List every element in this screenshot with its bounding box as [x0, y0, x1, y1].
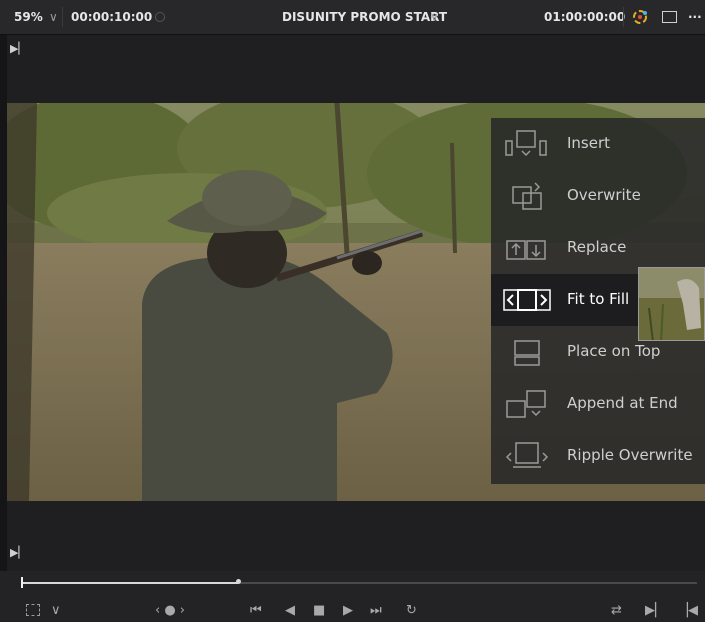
- insert-icon: [505, 130, 547, 157]
- mark-out-button[interactable]: ▕◀: [678, 603, 698, 618]
- scrubber-played: [22, 582, 238, 584]
- ripple-overwrite-icon: [505, 442, 549, 468]
- replace-label: Replace: [567, 238, 627, 256]
- zoom-dropdown-icon[interactable]: ∨: [49, 10, 58, 24]
- overwrite-icon: [512, 182, 542, 210]
- overwrite-label: Overwrite: [567, 186, 641, 204]
- viewer-mode-icon[interactable]: [662, 11, 677, 23]
- timeline-title[interactable]: DISUNITY PROMO START: [282, 10, 447, 24]
- clip-thumbnail-image: [639, 268, 704, 340]
- dragged-clip-thumbnail[interactable]: [638, 267, 705, 341]
- source-timecode[interactable]: 00:00:10:00: [71, 10, 152, 24]
- mark-in-button[interactable]: ▶▏: [645, 603, 665, 618]
- more-options-icon[interactable]: ···: [688, 10, 702, 24]
- fit-to-fill-label: Fit to Fill: [567, 290, 630, 308]
- append-at-end-icon: [506, 390, 546, 418]
- circle-indicator-icon: [155, 12, 165, 22]
- color-wheel-icon[interactable]: [630, 7, 650, 27]
- overwrite-option[interactable]: Overwrite: [491, 170, 705, 222]
- mark-out-indicator-icon: ▶▏: [10, 546, 27, 559]
- loop-button[interactable]: ↻: [406, 603, 417, 618]
- ripple-overwrite-label: Ripple Overwrite: [567, 446, 693, 464]
- zoom-level[interactable]: 59%: [14, 10, 43, 24]
- match-frame-button[interactable]: ⇄: [611, 603, 622, 618]
- mark-in-indicator-icon: ▶▏: [10, 42, 27, 55]
- viewer-header: 59% ∨ 00:00:10:00 DISUNITY PROMO START ∨…: [0, 0, 705, 35]
- jog-control[interactable]: ‹ ● ›: [155, 603, 185, 618]
- clip-selection-icon[interactable]: [26, 604, 40, 616]
- timeline-timecode[interactable]: 01:00:00:00: [544, 10, 625, 24]
- divider: [623, 7, 624, 27]
- scrubber-handle[interactable]: [236, 579, 241, 584]
- previous-clip-button[interactable]: ⏮: [250, 603, 262, 618]
- ripple-overwrite-option[interactable]: Ripple Overwrite: [491, 430, 705, 482]
- append-at-end-option[interactable]: Append at End: [491, 378, 705, 430]
- insert-label: Insert: [567, 134, 611, 152]
- divider: [62, 7, 63, 27]
- append-at-end-label: Append at End: [567, 394, 678, 412]
- clip-dropdown-icon[interactable]: ∨: [51, 603, 61, 618]
- replace-icon: [506, 240, 546, 260]
- play-button[interactable]: ▶: [343, 603, 353, 618]
- viewer-left-strip: [0, 35, 7, 571]
- stop-button[interactable]: ■: [313, 603, 325, 618]
- fit-to-fill-icon: [503, 289, 551, 311]
- playhead[interactable]: [21, 577, 23, 588]
- place-on-top-label: Place on Top: [567, 342, 661, 360]
- play-reverse-button[interactable]: ◀: [285, 603, 295, 618]
- insert-option[interactable]: Insert: [491, 118, 705, 170]
- timeline-dropdown-icon[interactable]: ∨: [430, 10, 439, 24]
- place-on-top-icon: [514, 340, 540, 366]
- next-clip-button[interactable]: ⏭: [370, 603, 382, 618]
